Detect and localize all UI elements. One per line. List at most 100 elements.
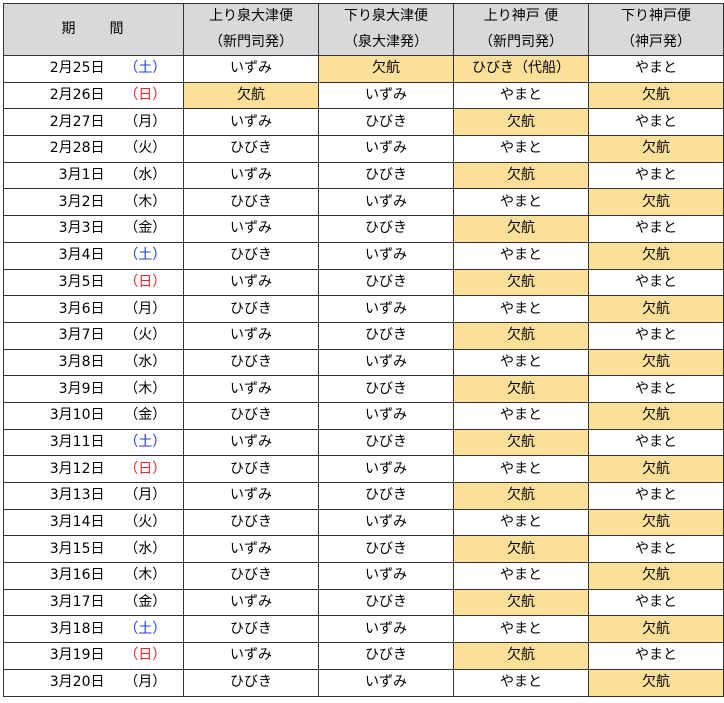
date-cell: 3月14日 [3, 508, 108, 537]
table-header: 期 間 上り泉大津便 下り泉大津便 上り神戸 便 下り神戸便 （新門司発） （泉… [3, 3, 724, 56]
schedule-cell: やまと [588, 215, 724, 243]
weekday-cell: （土） [107, 55, 184, 83]
schedule-cell: 欠航 [453, 642, 589, 670]
weekday-cell: （月） [107, 668, 184, 697]
date-cell: 3月5日 [3, 268, 108, 297]
weekday-cell: （水） [107, 161, 184, 190]
schedule-cell: ひびき [183, 668, 319, 697]
schedule-cell: いずみ [318, 241, 454, 270]
weekday-cell: （月） [107, 295, 184, 323]
schedule-cell: ひびき [183, 401, 319, 430]
table-row: 3月10日 （金） ひびき いずみ やまと 欠航 [3, 401, 724, 430]
schedule-cell: 欠航 [453, 482, 589, 510]
schedule-cell: ひびき [318, 108, 454, 137]
col-subheader-down-kobe: （神戸発） [588, 29, 724, 56]
schedule-cell: 欠航 [453, 108, 589, 137]
schedule-cell: ひびき [318, 268, 454, 297]
table-row: 3月6日 （月） ひびき いずみ やまと 欠航 [3, 295, 724, 323]
schedule-cell: ひびき [183, 455, 319, 483]
schedule-cell: やまと [453, 401, 589, 430]
schedule-cell: ひびき [318, 428, 454, 457]
table-row: 3月3日 （金） いずみ ひびき 欠航 やまと [3, 215, 724, 243]
schedule-cell: やまと [588, 55, 724, 83]
weekday-cell: （木） [107, 375, 184, 403]
schedule-cell: いずみ [318, 188, 454, 217]
schedule-cell: いずみ [318, 508, 454, 537]
date-cell: 3月12日 [3, 455, 108, 483]
schedule-cell: いずみ [183, 108, 319, 137]
date-cell: 3月3日 [3, 215, 108, 243]
weekday-cell: （月） [107, 108, 184, 137]
schedule-cell: いずみ [183, 215, 319, 243]
schedule-cell: やまと [453, 81, 589, 110]
schedule-cell: やまと [453, 348, 589, 377]
schedule-cell: いずみ [183, 535, 319, 564]
schedule-cell: 欠航 [588, 295, 724, 323]
schedule-cell: ひびき [318, 321, 454, 350]
schedule-cell: 欠航 [453, 268, 589, 297]
date-cell: 3月13日 [3, 482, 108, 510]
table-row: 3月4日 （土） ひびき いずみ やまと 欠航 [3, 241, 724, 270]
col-subheader-up-kobe: （新門司発） [453, 29, 589, 56]
schedule-cell: ひびき [183, 135, 319, 163]
date-cell: 2月25日 [3, 55, 108, 83]
date-cell: 3月18日 [3, 615, 108, 644]
schedule-cell: 欠航 [588, 241, 724, 270]
date-cell: 3月16日 [3, 562, 108, 590]
table-row: 3月5日 （日） いずみ ひびき 欠航 やまと [3, 268, 724, 297]
schedule-cell: いずみ [318, 668, 454, 697]
weekday-cell: （金） [107, 215, 184, 243]
table-row: 3月13日 （月） いずみ ひびき 欠航 やまと [3, 482, 724, 510]
col-subheader-down-izumiotsu: （泉大津発） [318, 29, 454, 56]
date-cell: 3月6日 [3, 295, 108, 323]
schedule-cell: いずみ [183, 375, 319, 403]
schedule-cell: いずみ [183, 482, 319, 510]
date-cell: 2月26日 [3, 81, 108, 110]
weekday-cell: （水） [107, 348, 184, 377]
schedule-cell: 欠航 [588, 455, 724, 483]
table-row: 3月8日 （水） ひびき いずみ やまと 欠航 [3, 348, 724, 377]
schedule-cell: 欠航 [588, 188, 724, 217]
schedule-cell: やまと [588, 428, 724, 457]
weekday-cell: （火） [107, 135, 184, 163]
schedule-cell: 欠航 [588, 401, 724, 430]
schedule-cell: ひびき [183, 615, 319, 644]
weekday-cell: （金） [107, 588, 184, 617]
table-row: 2月27日 （月） いずみ ひびき 欠航 やまと [3, 108, 724, 137]
schedule-cell: いずみ [318, 348, 454, 377]
schedule-cell: ひびき [183, 562, 319, 590]
weekday-cell: （木） [107, 188, 184, 217]
schedule-cell: やまと [588, 642, 724, 670]
schedule-cell: 欠航 [453, 215, 589, 243]
schedule-cell: 欠航 [588, 508, 724, 537]
schedule-cell: ひびき [318, 215, 454, 243]
schedule-cell: やまと [453, 188, 589, 217]
table-row: 3月1日 （水） いずみ ひびき 欠航 やまと [3, 161, 724, 190]
schedule-cell: やまと [453, 562, 589, 590]
schedule-cell: やまと [588, 268, 724, 297]
date-cell: 3月2日 [3, 188, 108, 217]
weekday-cell: （土） [107, 428, 184, 457]
schedule-cell: ひびき [318, 642, 454, 670]
schedule-cell: いずみ [183, 321, 319, 350]
weekday-cell: （土） [107, 241, 184, 270]
schedule-cell: ひびき [183, 295, 319, 323]
col-header-down-izumiotsu: 下り泉大津便 [318, 3, 454, 30]
schedule-cell: 欠航 [453, 375, 589, 403]
schedule-cell: やまと [453, 241, 589, 270]
table-row: 3月14日 （火） ひびき いずみ やまと 欠航 [3, 508, 724, 537]
col-header-up-kobe: 上り神戸 便 [453, 3, 589, 30]
date-cell: 3月4日 [3, 241, 108, 270]
table-row: 3月18日 （土） ひびき いずみ やまと 欠航 [3, 615, 724, 644]
schedule-cell: 欠航 [183, 81, 319, 110]
schedule-cell: やまと [588, 161, 724, 190]
table-row: 3月16日 （木） ひびき いずみ やまと 欠航 [3, 562, 724, 590]
date-cell: 3月11日 [3, 428, 108, 457]
schedule-cell: いずみ [318, 455, 454, 483]
schedule-cell: 欠航 [453, 588, 589, 617]
period-header: 期 間 [3, 3, 184, 56]
schedule-cell: やまと [453, 508, 589, 537]
ferry-schedule-table: 期 間 上り泉大津便 下り泉大津便 上り神戸 便 下り神戸便 （新門司発） （泉… [3, 3, 724, 697]
date-cell: 3月10日 [3, 401, 108, 430]
schedule-cell: やまと [588, 535, 724, 564]
